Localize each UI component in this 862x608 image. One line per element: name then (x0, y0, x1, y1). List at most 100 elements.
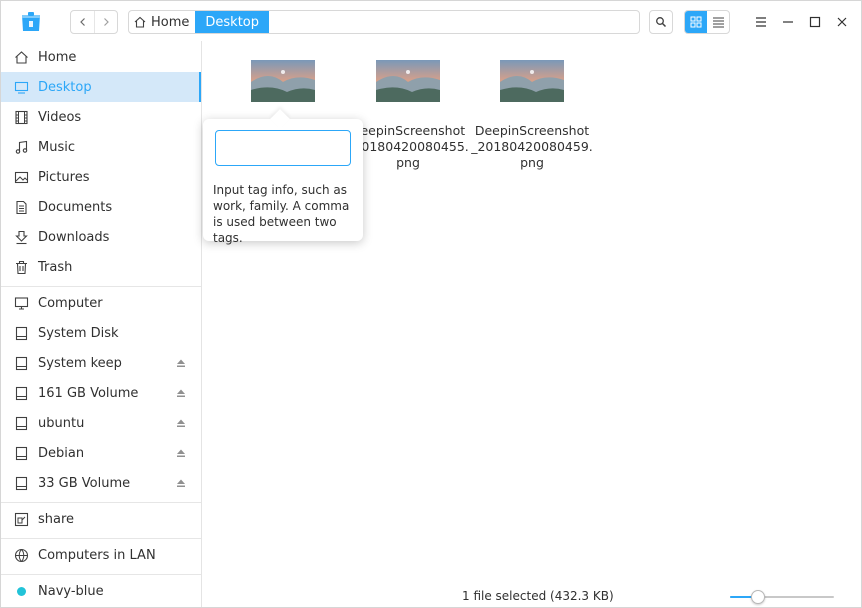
search-button[interactable] (649, 10, 673, 34)
sidebar-item-music[interactable]: Music (1, 132, 201, 162)
file-manager-window: Home Desktop Home Desktop Videos Music P… (0, 0, 862, 608)
file-name-line: png (520, 155, 544, 170)
close-icon (837, 17, 847, 27)
search-icon (656, 17, 667, 28)
eject-icon[interactable] (176, 418, 186, 428)
sidebar-item-label: Computers in LAN (38, 547, 156, 563)
sidebar-item-label: ubuntu (38, 415, 85, 431)
status-text: 1 file selected (432.3 KB) (462, 589, 614, 603)
sidebar-item-label: Navy-blue (38, 583, 104, 599)
sidebar-item-label: share (38, 511, 75, 527)
file-thumbnail[interactable] (500, 60, 564, 102)
zoom-slider-handle[interactable] (751, 590, 765, 604)
sidebar-item-label: System Disk (38, 325, 119, 341)
chevron-right-icon (104, 18, 109, 26)
computer-icon (13, 295, 29, 311)
sidebar-item-downloads[interactable]: Downloads (1, 222, 201, 252)
forward-button[interactable] (94, 11, 117, 33)
sidebar-item-system-keep[interactable]: System keep (1, 348, 201, 378)
sidebar-item-label: Desktop (38, 79, 92, 95)
wallpaper-thumbnail-image (500, 60, 564, 102)
list-view-button[interactable] (707, 11, 729, 33)
sidebar-item-ubuntu[interactable]: ubuntu (1, 408, 201, 438)
sidebar-item-label: Downloads (38, 229, 110, 245)
close-button[interactable] (830, 10, 854, 34)
breadcrumb-current-label: Desktop (205, 14, 260, 30)
download-icon (13, 229, 29, 245)
sidebar-item-label: Documents (38, 199, 113, 215)
music-icon (13, 139, 29, 155)
file-thumbnail[interactable] (251, 60, 315, 102)
navigation-buttons (70, 10, 118, 34)
disk-icon (13, 445, 29, 461)
sidebar-item-label: Videos (38, 109, 82, 125)
sidebar-item-label: Trash (38, 259, 73, 275)
sidebar-divider (1, 574, 201, 575)
disk-icon (13, 355, 29, 371)
eject-icon[interactable] (176, 358, 186, 368)
file-name[interactable]: DeepinScreenshot _20180420080455. png (346, 123, 470, 171)
sidebar-item-home[interactable]: Home (1, 42, 201, 72)
maximize-button[interactable] (803, 10, 827, 34)
sidebar-item-system-disk[interactable]: System Disk (1, 318, 201, 348)
sidebar-item-33-gb-volume[interactable]: 33 GB Volume (1, 468, 201, 498)
icon-view-button[interactable] (685, 11, 707, 33)
eject-icon[interactable] (176, 448, 186, 458)
breadcrumb-home[interactable]: Home (129, 11, 195, 33)
sidebar: Home Desktop Videos Music Pictures Docum… (1, 41, 202, 607)
eject-icon[interactable] (176, 388, 186, 398)
picture-icon (13, 169, 29, 185)
home-icon (134, 16, 146, 28)
zoom-slider[interactable] (730, 588, 834, 606)
sidebar-item-computer[interactable]: Computer (1, 288, 201, 318)
sidebar-item-label: Home (38, 49, 77, 65)
sidebar-item-label: 161 GB Volume (38, 385, 139, 401)
sidebar-item-videos[interactable]: Videos (1, 102, 201, 132)
file-name[interactable]: DeepinScreenshot _20180420080459. png (470, 123, 594, 171)
sidebar-divider (1, 286, 201, 287)
sidebar-item-161-gb-volume[interactable]: 161 GB Volume (1, 378, 201, 408)
sidebar-item-trash[interactable]: Trash (1, 252, 201, 282)
hamburger-menu-icon (756, 17, 766, 27)
sidebar-item-share[interactable]: share (1, 504, 201, 534)
sidebar-item-label: Computer (38, 295, 103, 311)
eject-icon[interactable] (176, 478, 186, 488)
breadcrumb[interactable]: Home Desktop (128, 10, 640, 34)
tag-input[interactable] (215, 130, 351, 166)
chevron-left-icon (79, 18, 85, 26)
file-name-line: DeepinScreenshot (474, 123, 590, 138)
sidebar-item-documents[interactable]: Documents (1, 192, 201, 222)
network-icon (13, 547, 29, 563)
video-icon (13, 109, 29, 125)
disk-icon (13, 475, 29, 491)
sidebar-item-label: Music (38, 139, 75, 155)
menu-button[interactable] (749, 10, 773, 34)
sidebar-item-label: Pictures (38, 169, 90, 185)
sidebar-item-label: 33 GB Volume (38, 475, 131, 491)
share-icon (13, 511, 29, 527)
file-name-line: _20180420080455. (347, 139, 469, 154)
file-thumbnail[interactable] (376, 60, 440, 102)
disk-icon (13, 415, 29, 431)
file-name-line: png (396, 155, 420, 170)
view-mode-buttons (684, 10, 730, 34)
sidebar-divider (1, 538, 201, 539)
sidebar-item-tag-navy-blue[interactable]: Navy-blue (1, 576, 201, 606)
sidebar-item-label: System keep (38, 355, 122, 371)
app-logo-icon (19, 10, 43, 34)
wallpaper-thumbnail-image (376, 60, 440, 102)
disk-icon (13, 325, 29, 341)
document-icon (13, 199, 29, 215)
tag-help-text: Input tag info, such as work, family. A … (213, 183, 350, 245)
file-name-line: _20180420080459. (471, 139, 593, 154)
sidebar-item-label: Debian (38, 445, 85, 461)
breadcrumb-home-label: Home (151, 14, 190, 30)
minimize-button[interactable] (776, 10, 800, 34)
breadcrumb-current[interactable]: Desktop (195, 11, 270, 33)
sidebar-item-computers-in-lan[interactable]: Computers in LAN (1, 540, 201, 570)
sidebar-item-desktop[interactable]: Desktop (1, 72, 201, 102)
back-button[interactable] (71, 11, 94, 33)
sidebar-item-pictures[interactable]: Pictures (1, 162, 201, 192)
sidebar-item-debian[interactable]: Debian (1, 438, 201, 468)
sidebar-divider (1, 502, 201, 503)
